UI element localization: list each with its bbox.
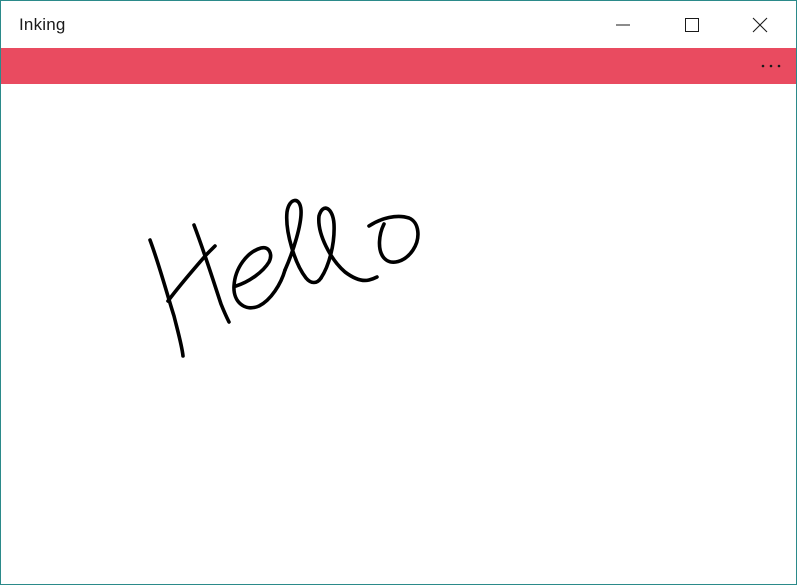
ink-stroke: [192, 223, 231, 324]
ink-stroke: [317, 206, 379, 283]
command-bar: [1, 48, 796, 84]
minimize-icon: [616, 24, 630, 25]
ink-stroke: [283, 198, 323, 285]
close-button[interactable]: [737, 1, 783, 48]
ink-stroke: [232, 245, 287, 310]
more-options-button[interactable]: [746, 48, 796, 84]
ink-canvas[interactable]: [1, 84, 796, 584]
ink-stroke: [166, 244, 217, 303]
ink-stroke: [148, 238, 185, 358]
more-icon: [761, 64, 781, 68]
minimize-button[interactable]: [600, 1, 646, 48]
handwritten-ink-strokes: [148, 198, 420, 358]
app-window: Inking: [0, 0, 797, 585]
maximize-icon: [685, 17, 699, 32]
ink-stroke: [367, 214, 420, 264]
maximize-button[interactable]: [669, 1, 715, 48]
title-bar[interactable]: Inking: [1, 1, 796, 48]
window-title: Inking: [19, 15, 66, 34]
close-icon: [752, 17, 768, 32]
